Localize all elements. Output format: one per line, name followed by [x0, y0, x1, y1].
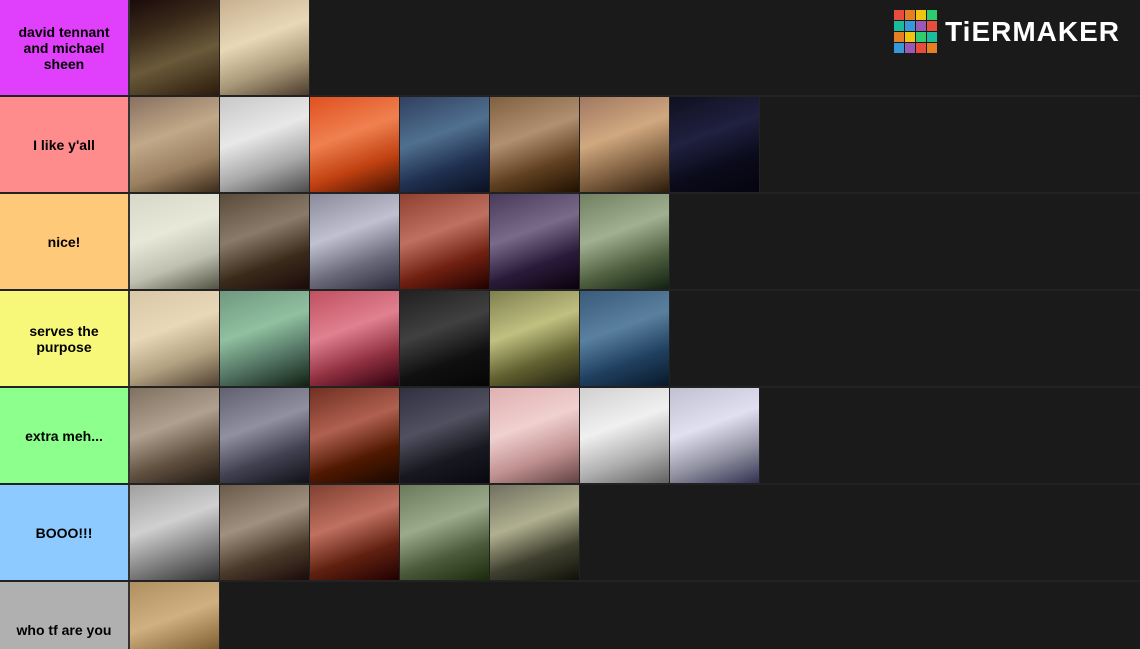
logo-grid-icon	[894, 10, 937, 53]
list-item	[400, 388, 490, 483]
tier-label-b: nice!	[0, 194, 128, 289]
list-item	[670, 388, 760, 483]
list-item	[130, 291, 220, 386]
list-item	[310, 485, 400, 580]
list-item	[130, 194, 220, 289]
tier-label-s: david tennant and michael sheen	[0, 0, 128, 95]
list-item	[310, 291, 400, 386]
list-item	[220, 485, 310, 580]
tier-row-a: I like y'all	[0, 97, 1140, 194]
list-item	[400, 485, 490, 580]
list-item	[220, 291, 310, 386]
list-item	[490, 388, 580, 483]
tier-row-b: nice!	[0, 194, 1140, 291]
logo-text: TiERMAKER	[945, 16, 1120, 48]
tier-label-d: extra meh...	[0, 388, 128, 483]
list-item	[670, 97, 760, 192]
list-item	[220, 388, 310, 483]
tier-row-d: extra meh...	[0, 388, 1140, 485]
tier-label-e: BOOO!!!	[0, 485, 128, 580]
tier-label-a: I like y'all	[0, 97, 128, 192]
tier-row-e: BOOO!!!	[0, 485, 1140, 582]
tier-items-a	[128, 97, 1140, 192]
tier-items-e	[128, 485, 1140, 580]
tiermaker-logo: TiERMAKER	[894, 10, 1120, 53]
list-item	[400, 97, 490, 192]
list-item	[130, 97, 220, 192]
tier-items-d	[128, 388, 1140, 483]
list-item	[580, 194, 670, 289]
list-item	[310, 194, 400, 289]
list-item	[130, 0, 220, 95]
list-item	[400, 194, 490, 289]
list-item	[130, 582, 220, 649]
tier-label-f: who tf are you	[0, 582, 128, 649]
list-item	[580, 388, 670, 483]
tier-row-f: who tf are you	[0, 582, 1140, 649]
list-item	[580, 291, 670, 386]
list-item	[490, 291, 580, 386]
list-item	[310, 97, 400, 192]
list-item	[310, 388, 400, 483]
list-item	[490, 485, 580, 580]
list-item	[220, 194, 310, 289]
list-item	[130, 388, 220, 483]
list-item	[220, 97, 310, 192]
tier-table: david tennant and michael sheen I like y…	[0, 0, 1140, 649]
list-item	[490, 194, 580, 289]
tier-items-c	[128, 291, 1140, 386]
list-item	[220, 0, 310, 95]
tier-items-b	[128, 194, 1140, 289]
list-item	[580, 97, 670, 192]
list-item	[490, 97, 580, 192]
list-item	[400, 291, 490, 386]
tier-label-c: serves the purpose	[0, 291, 128, 386]
tier-row-c: serves the purpose	[0, 291, 1140, 388]
tier-items-f	[128, 582, 1140, 649]
list-item	[130, 485, 220, 580]
